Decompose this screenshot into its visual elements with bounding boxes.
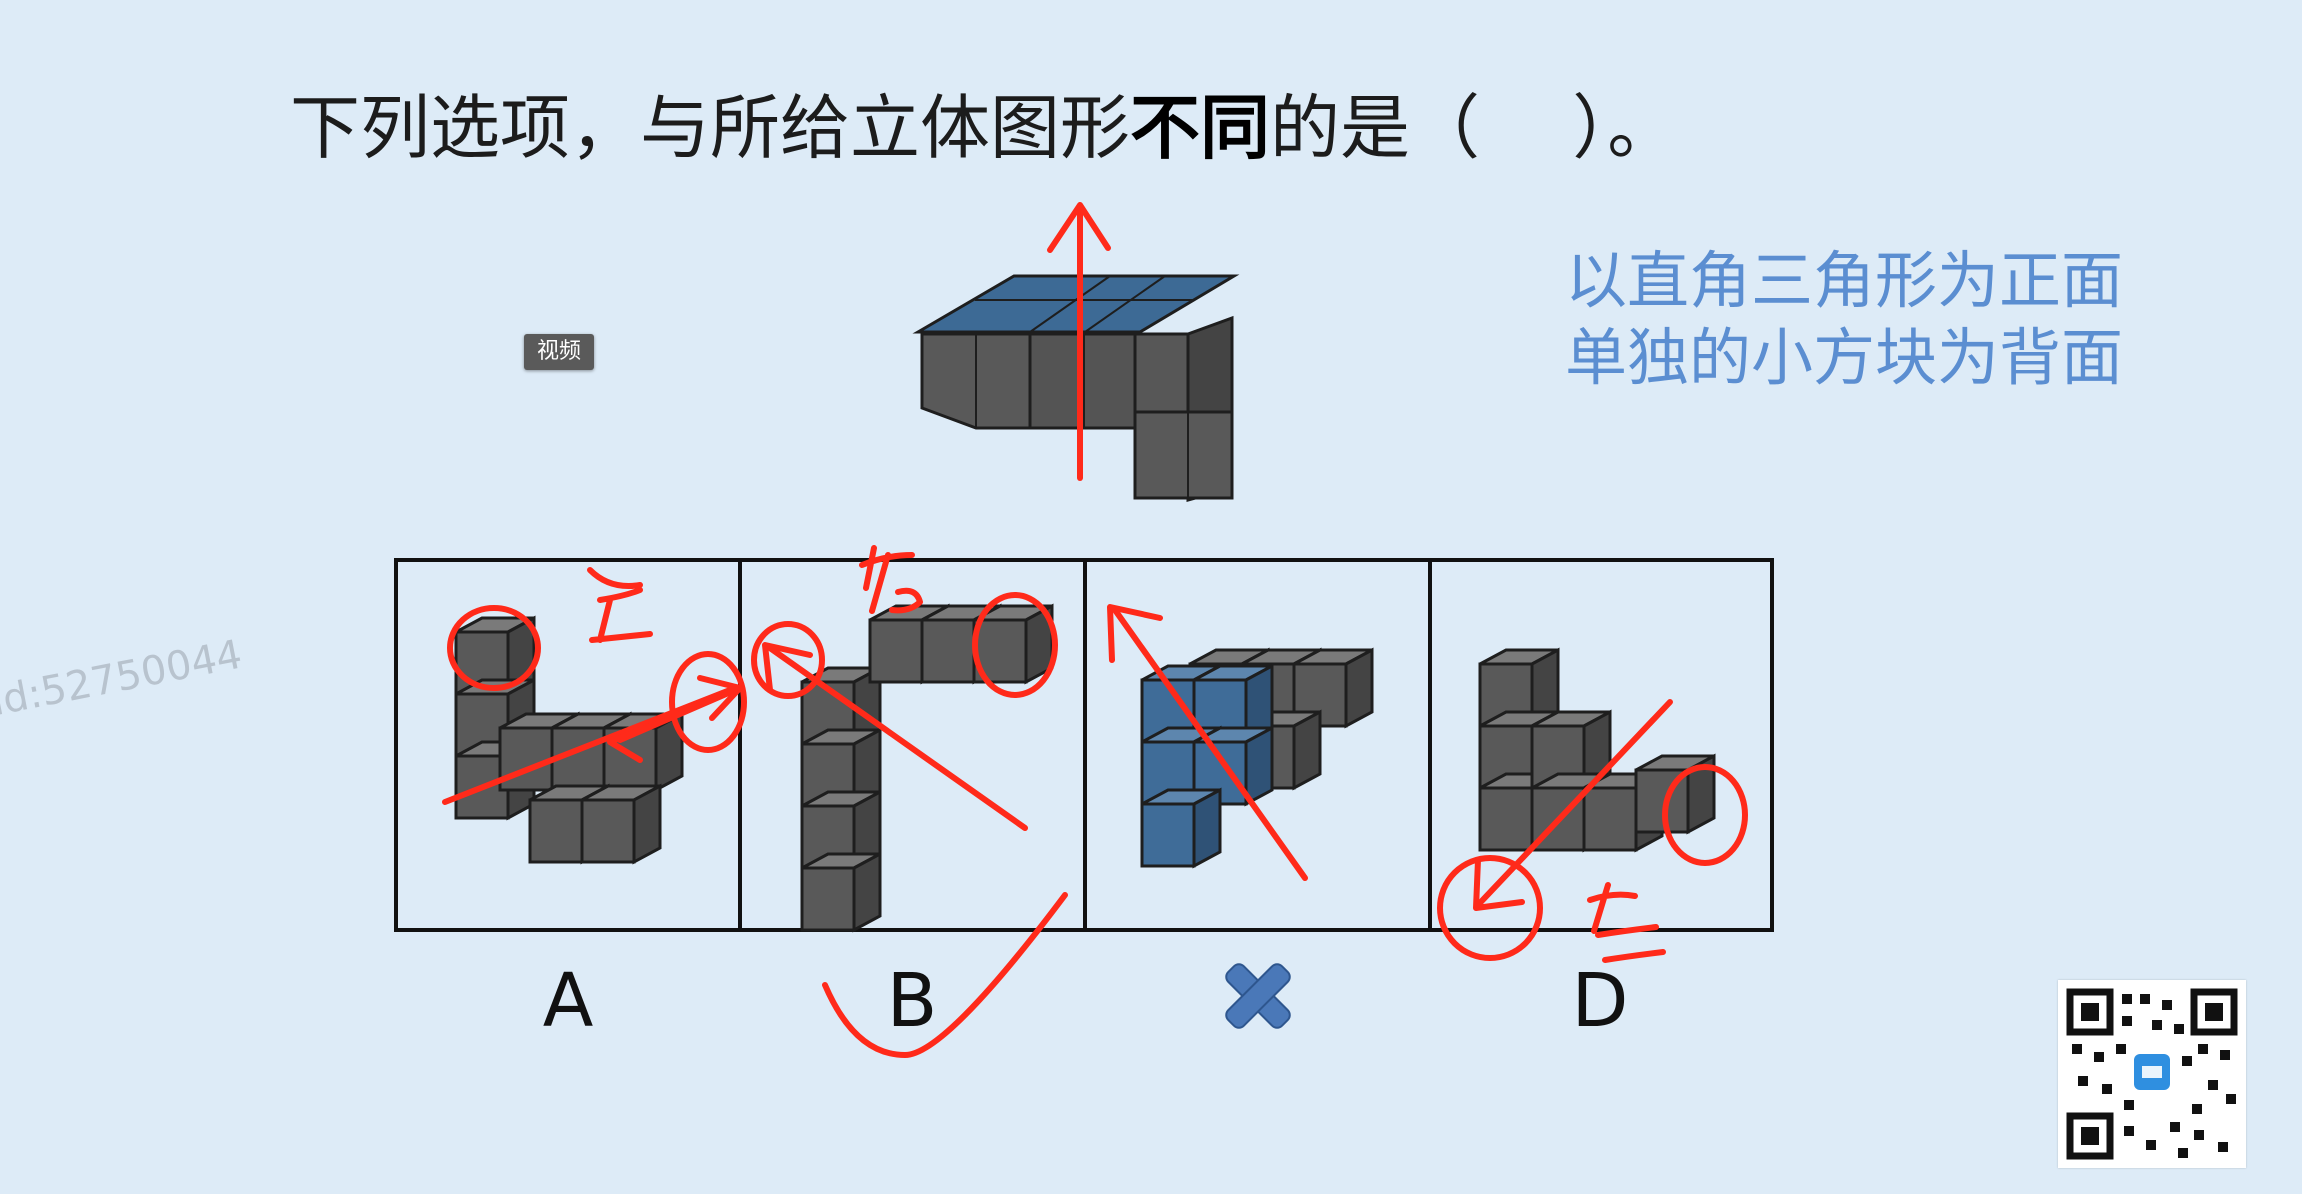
option-c-figure [1140,648,1374,868]
handwritten-left-a [587,567,653,643]
handwritten-right-b [859,545,923,614]
reference-figure [912,274,1240,502]
option-d-figure [1478,648,1716,852]
option-a-label[interactable]: A [508,958,628,1044]
figure-canvas [394,202,1774,1058]
qr-code-icon [2058,980,2246,1168]
option-d-label[interactable]: D [1540,958,1660,1044]
reference-top-face [912,274,1240,334]
option-b-figure [800,604,1054,932]
option-a-figure [454,616,684,864]
option-b-label[interactable]: B [852,958,972,1044]
handwritten-left-d [1587,882,1666,963]
cross-mark-icon [1225,963,1291,1029]
